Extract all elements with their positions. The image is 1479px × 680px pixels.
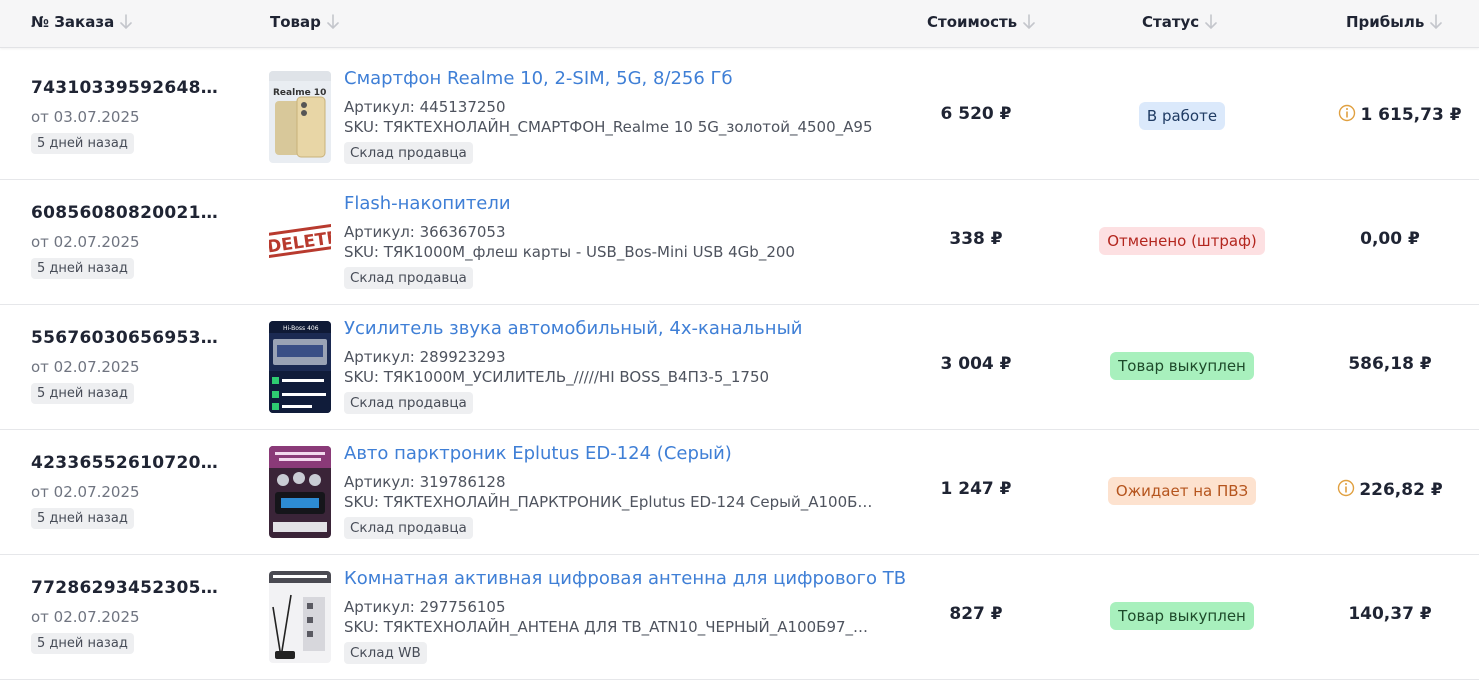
profit-value: 586,18 ₽ <box>1348 354 1432 374</box>
column-header-cost[interactable]: Стоимость <box>927 13 1035 31</box>
column-header-order-number[interactable]: № Заказа <box>31 13 133 31</box>
status-badge: Товар выкуплен <box>1082 602 1282 630</box>
deleted-stamp-image[interactable]: DELETE <box>269 196 331 288</box>
column-header-status[interactable]: Статус <box>1142 13 1217 31</box>
column-header-profit[interactable]: Прибыль <box>1346 13 1443 31</box>
age-badge: 5 дней назад <box>31 508 134 529</box>
status-badge: Отменено (штраф) <box>1082 227 1282 255</box>
status-label: Товар выкуплен <box>1110 352 1254 380</box>
order-cost: 1 247 ₽ <box>940 479 1012 499</box>
parktronic-image[interactable] <box>269 446 331 538</box>
status-label: Отменено (штраф) <box>1099 227 1265 255</box>
product-article: Артикул: 366367053 <box>344 223 506 241</box>
product-title-link[interactable]: Смартфон Realme 10, 2-SIM, 5G, 8/256 Гб <box>344 68 733 89</box>
column-header-label: Статус <box>1142 13 1200 31</box>
table-row[interactable]: 60856080820021… от 02.07.2025 5 дней наз… <box>0 180 1479 305</box>
age-badge: 5 дней назад <box>31 258 134 279</box>
warehouse-badge: Склад WB <box>344 642 427 664</box>
product-sku: SKU: ТЯК1000М_флеш карты - USB_Bos-Mini … <box>344 243 795 261</box>
status-label: Ожидает на ПВЗ <box>1107 477 1257 505</box>
info-icon[interactable] <box>1337 479 1355 502</box>
warehouse-badge: Склад продавца <box>344 142 473 164</box>
sort-arrow-icon[interactable] <box>1023 14 1035 30</box>
order-cost: 338 ₽ <box>949 229 1003 249</box>
status-badge: В работе <box>1082 102 1282 130</box>
status-label: Товар выкуплен <box>1110 602 1254 630</box>
order-profit: 140,37 ₽ <box>1300 604 1479 624</box>
table-row[interactable]: 77286293452305… от 02.07.2025 5 дней наз… <box>0 555 1479 680</box>
order-date: от 02.07.2025 <box>31 358 140 376</box>
order-cost: 827 ₽ <box>949 604 1003 624</box>
order-date: от 03.07.2025 <box>31 108 140 126</box>
age-badge: 5 дней назад <box>31 133 134 154</box>
sort-arrow-icon[interactable] <box>1205 14 1217 30</box>
status-badge: Товар выкуплен <box>1082 352 1282 380</box>
table-header: № Заказа Товар Стоимость Статус Прибыль <box>0 0 1479 48</box>
order-profit: 1 615,73 ₽ <box>1310 104 1479 127</box>
sort-arrow-icon[interactable] <box>120 14 133 30</box>
profit-value: 140,37 ₽ <box>1348 604 1432 624</box>
order-number[interactable]: 55676030656953… <box>31 328 218 348</box>
order-cost: 3 004 ₽ <box>940 354 1012 374</box>
amplifier-image[interactable]: Hi-Boss 406 <box>269 321 331 413</box>
sort-arrow-icon[interactable] <box>1430 14 1443 30</box>
warehouse-badge: Склад продавца <box>344 517 473 539</box>
product-title-link[interactable]: Усилитель звука автомобильный, 4х-каналь… <box>344 318 802 339</box>
column-header-product[interactable]: Товар <box>270 13 339 31</box>
profit-value: 0,00 ₽ <box>1360 229 1420 249</box>
table-row[interactable]: 42336552610720… от 02.07.2025 5 дней наз… <box>0 430 1479 555</box>
warehouse-badge: Склад продавца <box>344 392 473 414</box>
product-sku: SKU: ТЯКТЕХНОЛАЙН_СМАРТФОН_Realme 10 5G_… <box>344 118 873 136</box>
order-number[interactable]: 60856080820021… <box>31 203 218 223</box>
product-title-link[interactable]: Flash-накопители <box>344 193 511 214</box>
order-profit: 226,82 ₽ <box>1300 479 1479 502</box>
order-date: от 02.07.2025 <box>31 608 140 626</box>
table-row[interactable]: 74310339592648… от 03.07.2025 5 дней наз… <box>0 55 1479 180</box>
column-header-label: Стоимость <box>927 13 1018 31</box>
smartphone-image[interactable]: Realme 10 <box>269 71 331 163</box>
order-date: от 02.07.2025 <box>31 233 140 251</box>
sort-arrow-icon[interactable] <box>327 14 339 30</box>
product-sku: SKU: ТЯК1000М_УСИЛИТЕЛЬ_/////HI BOSS_В4П… <box>344 368 770 386</box>
product-sku: SKU: ТЯКТЕХНОЛАЙН_АНТЕНА ДЛЯ ТВ_ATN10_ЧЕ… <box>344 618 874 636</box>
warehouse-badge: Склад продавца <box>344 267 473 289</box>
column-header-label: № Заказа <box>31 13 115 31</box>
status-badge: Ожидает на ПВЗ <box>1082 477 1282 505</box>
product-title-link[interactable]: Авто парктроник Eplutus ED-124 (Серый) <box>344 443 732 464</box>
product-article: Артикул: 289923293 <box>344 348 506 366</box>
table-row[interactable]: 55676030656953… от 02.07.2025 5 дней наз… <box>0 305 1479 430</box>
order-date: от 02.07.2025 <box>31 483 140 501</box>
status-label: В работе <box>1138 102 1226 130</box>
product-article: Артикул: 319786128 <box>344 473 506 491</box>
profit-value: 1 615,73 ₽ <box>1360 105 1462 125</box>
profit-value: 226,82 ₽ <box>1359 480 1443 500</box>
column-header-label: Прибыль <box>1346 13 1425 31</box>
order-number[interactable]: 42336552610720… <box>31 453 218 473</box>
order-number[interactable]: 74310339592648… <box>31 78 218 98</box>
info-icon[interactable] <box>1338 104 1356 127</box>
product-article: Артикул: 297756105 <box>344 598 506 616</box>
order-profit: 586,18 ₽ <box>1300 354 1479 374</box>
order-cost: 6 520 ₽ <box>940 104 1012 124</box>
order-profit: 0,00 ₽ <box>1300 229 1479 249</box>
age-badge: 5 дней назад <box>31 633 134 654</box>
svg-text:Hi-Boss 406: Hi-Boss 406 <box>283 325 319 332</box>
antenna-image[interactable] <box>269 571 331 663</box>
order-number[interactable]: 77286293452305… <box>31 578 218 598</box>
product-article: Артикул: 445137250 <box>344 98 506 116</box>
age-badge: 5 дней назад <box>31 383 134 404</box>
product-sku: SKU: ТЯКТЕХНОЛАЙН_ПАРКТРОНИК_Eplutus ED-… <box>344 493 874 511</box>
column-header-label: Товар <box>270 13 321 31</box>
product-title-link[interactable]: Комнатная активная цифровая антенна для … <box>344 568 906 589</box>
